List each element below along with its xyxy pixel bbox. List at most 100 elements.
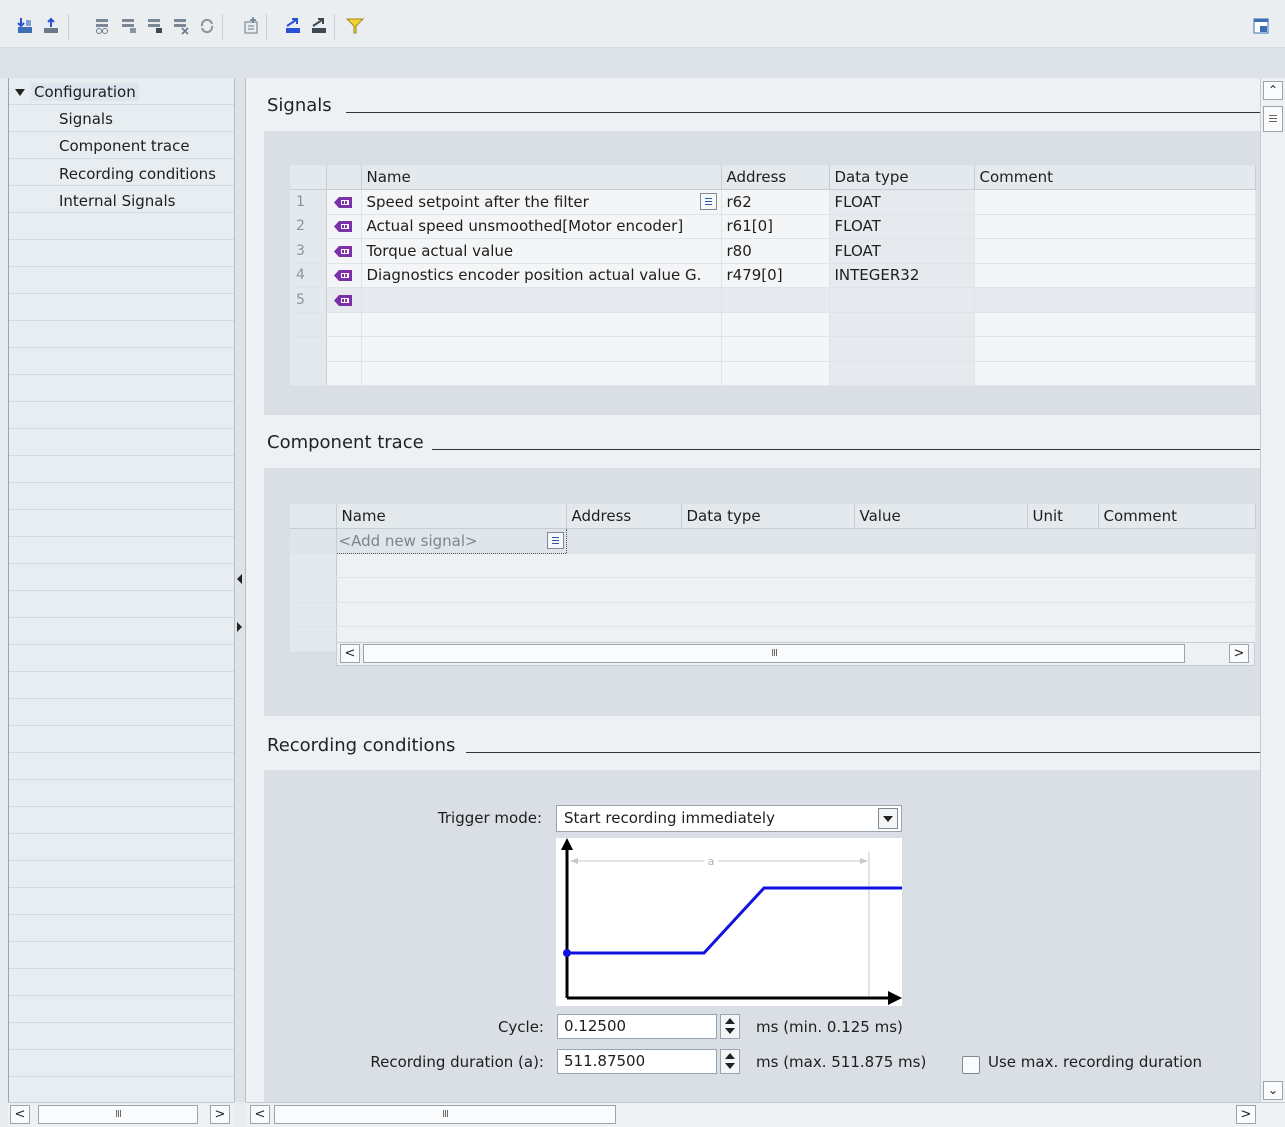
tree-item-component-trace[interactable]: Component trace — [59, 135, 190, 157]
main-horizontal-scrollbar[interactable]: < III > — [246, 1102, 1285, 1127]
signal-address-cell[interactable]: r80 — [721, 238, 830, 264]
panel-splitter[interactable] — [234, 78, 246, 1102]
spin-down-icon[interactable] — [725, 1063, 735, 1069]
signal-data-type-cell[interactable]: FLOAT — [829, 214, 975, 239]
scroll-right-button[interactable]: > — [1229, 644, 1249, 663]
column-header-name[interactable]: Name — [361, 165, 722, 190]
dropdown-button[interactable] — [878, 808, 898, 829]
add-signal-row[interactable]: <Add new signal> — [290, 528, 1256, 554]
trigger-mode-select[interactable]: Start recording immediately — [556, 805, 902, 832]
filter-icon[interactable] — [344, 15, 366, 37]
signals-icon-3[interactable] — [144, 15, 166, 37]
scroll-up-button[interactable]: ⌃ — [1263, 81, 1283, 100]
column-header-comment[interactable]: Comment — [974, 165, 1256, 190]
upload-from-device-icon[interactable] — [40, 15, 62, 37]
signal-comment-cell[interactable] — [974, 263, 1256, 288]
table-cell — [326, 312, 362, 337]
scroll-right-button[interactable]: > — [1236, 1105, 1256, 1124]
scroll-left-button[interactable]: < — [250, 1105, 270, 1124]
signal-name-cell[interactable]: Diagnostics encoder position actual valu… — [361, 263, 722, 288]
cycle-spinner[interactable] — [720, 1014, 740, 1039]
column-header-address[interactable]: Address — [721, 165, 830, 190]
column-header-unit[interactable]: Unit — [1027, 504, 1099, 529]
import-icon[interactable] — [308, 15, 330, 37]
table-row[interactable]: 1 Speed setpoint after the filter r62 FLOAT — [290, 189, 1256, 215]
scroll-left-button[interactable]: < — [340, 644, 360, 663]
table-cell — [974, 312, 1256, 337]
collapse-left-arrow-icon[interactable] — [237, 574, 242, 584]
tree-item-internal-signals[interactable]: Internal Signals — [59, 190, 175, 212]
row-number[interactable]: 5 — [290, 287, 327, 313]
row-number[interactable]: 2 — [290, 214, 327, 239]
signal-name-cell[interactable]: Actual speed unsmoothed[Motor encoder] — [361, 214, 722, 239]
recording-conditions-section-header: Recording conditions — [246, 728, 1260, 768]
window-layout-icon[interactable] — [1250, 15, 1272, 37]
table-row[interactable]: 3 Torque actual value r80 FLOAT — [290, 238, 1256, 264]
table-row[interactable]: 4 Diagnostics encoder position actual val… — [290, 263, 1256, 288]
refresh-icon[interactable] — [196, 15, 218, 37]
scroll-right-button[interactable]: > — [210, 1105, 230, 1124]
use-max-duration-checkbox[interactable] — [962, 1056, 980, 1074]
tree-item-configuration[interactable]: Configuration — [11, 81, 139, 103]
signal-data-type-cell[interactable] — [829, 287, 975, 313]
column-header-name[interactable]: Name — [336, 504, 567, 529]
signal-name-cell[interactable]: Speed setpoint after the filter — [361, 189, 722, 215]
spin-up-icon[interactable] — [725, 1053, 735, 1059]
table-row[interactable]: 2 Actual speed unsmoothed[Motor encoder] r… — [290, 214, 1256, 239]
row-number[interactable]: 4 — [290, 263, 327, 288]
scroll-thumb[interactable]: III — [274, 1105, 616, 1124]
browse-signal-icon[interactable] — [699, 193, 717, 210]
expand-triangle-icon[interactable] — [15, 88, 25, 96]
signals-icon-2[interactable] — [118, 15, 140, 37]
table-cell — [326, 336, 362, 362]
tree-horizontal-scrollbar[interactable]: < III > — [8, 1102, 234, 1127]
scroll-down-button[interactable]: ⌄ — [1263, 1081, 1283, 1100]
signal-address-cell[interactable]: r62 — [721, 189, 830, 215]
signal-address-cell[interactable]: r61[0] — [721, 214, 830, 239]
recording-duration-spinner[interactable] — [720, 1049, 740, 1074]
spin-down-icon[interactable] — [725, 1028, 735, 1034]
scroll-thumb[interactable]: III — [38, 1105, 198, 1124]
cycle-input[interactable]: 0.12500 — [557, 1014, 717, 1039]
column-header-data-type[interactable]: Data type — [681, 504, 855, 529]
column-header-value[interactable]: Value — [854, 504, 1028, 529]
spin-up-icon[interactable] — [725, 1018, 735, 1024]
table-row[interactable]: 5 — [290, 287, 1256, 313]
signal-name: Torque actual value — [366, 241, 514, 260]
expand-right-arrow-icon[interactable] — [237, 622, 242, 632]
signal-comment-cell[interactable] — [974, 238, 1256, 264]
add-new-signal-cell[interactable]: <Add new signal> — [335, 528, 567, 554]
tree-item-signals[interactable]: Signals — [59, 108, 113, 130]
download-to-device-icon[interactable] — [14, 15, 36, 37]
table-horizontal-scrollbar[interactable]: < III > — [336, 642, 1255, 666]
scroll-thumb[interactable]: III — [363, 644, 1185, 663]
signals-section-body: Name Address Data type Comment 1 Speed se… — [264, 131, 1260, 415]
signal-address-cell[interactable] — [721, 287, 830, 313]
column-header-data-type[interactable]: Data type — [829, 165, 975, 190]
signals-delete-icon[interactable] — [170, 15, 192, 37]
signal-name: Diagnostics encoder position actual valu… — [366, 266, 702, 285]
add-signal-icon[interactable] — [240, 15, 262, 37]
tree-item-label: Internal Signals — [59, 192, 176, 210]
row-number[interactable]: 1 — [290, 189, 327, 215]
recording-duration-input[interactable]: 511.87500 — [557, 1049, 717, 1074]
signal-data-type-cell[interactable]: FLOAT — [829, 189, 975, 215]
signal-name-cell[interactable]: Torque actual value — [361, 238, 722, 264]
column-header-comment[interactable]: Comment — [1098, 504, 1256, 529]
signal-data-type-cell[interactable]: FLOAT — [829, 238, 975, 264]
scroll-thumb[interactable] — [1263, 106, 1283, 132]
main-vertical-scrollbar[interactable]: ⌃ ⌄ — [1260, 78, 1285, 1102]
tree-item-recording-conditions[interactable]: Recording conditions — [59, 163, 216, 185]
scroll-left-button[interactable]: < — [10, 1105, 30, 1124]
signals-icon-1[interactable] — [92, 15, 114, 37]
signal-comment-cell[interactable] — [974, 189, 1256, 215]
browse-signal-icon[interactable] — [546, 532, 564, 549]
signal-comment-cell[interactable] — [974, 214, 1256, 239]
column-header-address[interactable]: Address — [566, 504, 682, 529]
signal-name-cell[interactable] — [361, 287, 722, 313]
signal-data-type-cell[interactable]: INTEGER32 — [829, 263, 975, 288]
signal-address-cell[interactable]: r479[0] — [721, 263, 830, 288]
row-number[interactable]: 3 — [290, 238, 327, 264]
export-icon[interactable] — [282, 15, 304, 37]
signal-comment-cell[interactable] — [974, 287, 1256, 313]
